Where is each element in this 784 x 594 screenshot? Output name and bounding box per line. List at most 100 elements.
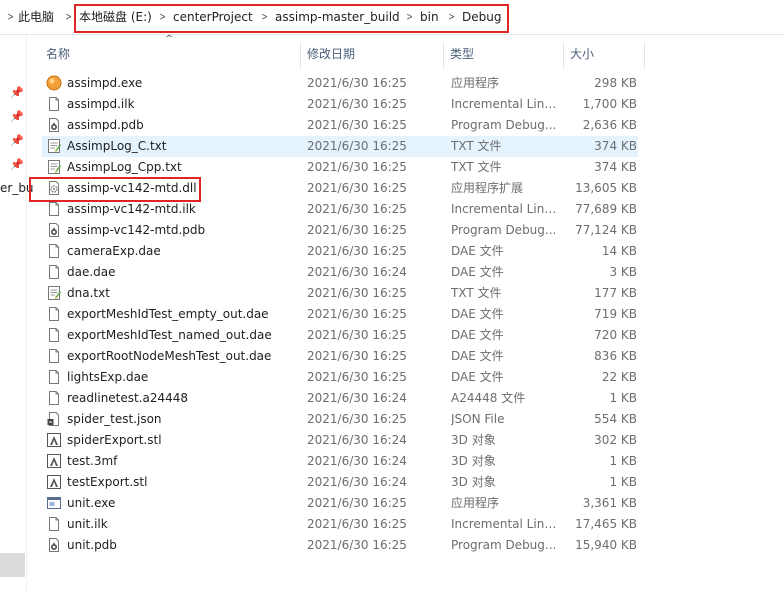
file-row[interactable]: exportMeshIdTest_named_out.dae 2021/6/30 … <box>42 325 638 346</box>
dll-highlight-annotation <box>29 177 201 202</box>
file-row[interactable]: unit.pdb 2021/6/30 16:25 Program Debug... 1… <box>42 535 638 556</box>
file-row[interactable]: test.3mf 2021/6/30 16:24 3D 对象 1 KB <box>42 451 638 472</box>
pin-icon[interactable]: 📌 <box>10 159 24 171</box>
file-name: dna.txt <box>67 286 110 300</box>
file-name: exportMeshIdTest_named_out.dae <box>67 328 272 342</box>
file-row[interactable]: unit.exe 2021/6/30 16:25 应用程序 3,361 KB <box>42 493 638 514</box>
column-header-bar: ⌃ 名称 修改日期 类型 大小 <box>27 34 784 72</box>
file-row[interactable]: readlinetest.a24448 2021/6/30 16:24 A24448… <box>42 388 638 409</box>
file-date: 2021/6/30 16:25 <box>307 517 407 531</box>
file-date: 2021/6/30 16:24 <box>307 475 407 489</box>
pin-icon[interactable]: 📌 <box>10 111 24 123</box>
file-name: spiderExport.stl <box>67 433 162 447</box>
file-row[interactable]: assimp-vc142-mtd.ilk 2021/6/30 16:25 Incre… <box>42 199 638 220</box>
file-name: assimpd.ilk <box>67 97 135 111</box>
file-row[interactable]: cameraExp.dae 2021/6/30 16:25 DAE 文件 14 KB <box>42 241 638 262</box>
chevron-right-icon[interactable]: > <box>7 9 13 25</box>
file-date: 2021/6/30 16:25 <box>307 118 407 132</box>
file-type: TXT 文件 <box>451 286 502 300</box>
file-icon <box>46 306 62 322</box>
file-row[interactable]: dae.dae 2021/6/30 16:24 DAE 文件 3 KB <box>42 262 638 283</box>
file-row[interactable]: exportMeshIdTest_empty_out.dae 2021/6/30 … <box>42 304 638 325</box>
file-type: DAE 文件 <box>451 328 504 342</box>
file-size: 14 KB <box>601 244 637 258</box>
file-date: 2021/6/30 16:25 <box>307 349 407 363</box>
file-name: assimpd.exe <box>67 76 143 90</box>
file-type: DAE 文件 <box>451 370 504 384</box>
file-size: 720 KB <box>594 328 637 342</box>
file-date: 2021/6/30 16:25 <box>307 160 407 174</box>
file-name: AssimpLog_Cpp.txt <box>67 160 182 174</box>
file-date: 2021/6/30 16:25 <box>307 538 407 552</box>
file-size: 836 KB <box>594 349 637 363</box>
pin-icon[interactable]: 📌 <box>10 135 24 147</box>
column-divider[interactable] <box>563 42 564 68</box>
file-row[interactable]: assimpd.pdb 2021/6/30 16:25 Program Debug.… <box>42 115 638 136</box>
file-row[interactable]: testExport.stl 2021/6/30 16:24 3D 对象 1 KB <box>42 472 638 493</box>
nav-scrollbar-thumb[interactable] <box>0 553 25 577</box>
file-size: 3 KB <box>609 265 637 279</box>
sort-ascending-icon: ⌃ <box>163 34 176 45</box>
file-row[interactable]: assimpd.ilk 2021/6/30 16:25 Incremental Li… <box>42 94 638 115</box>
column-divider[interactable] <box>644 42 645 68</box>
file-size: 15,940 KB <box>575 538 637 552</box>
file-row[interactable]: assimpd.exe 2021/6/30 16:25 应用程序 298 KB <box>42 73 638 94</box>
file-row[interactable]: unit.ilk 2021/6/30 16:25 Incremental Link.… <box>42 514 638 535</box>
file-name: unit.pdb <box>67 538 117 552</box>
app-window-icon <box>46 495 62 511</box>
file-type: 应用程序扩展 <box>451 181 524 195</box>
chevron-right-icon[interactable]: > <box>65 9 71 25</box>
file-size: 17,465 KB <box>575 517 637 531</box>
file-size: 374 KB <box>594 139 637 153</box>
3d-object-icon <box>46 432 62 448</box>
file-size: 13,605 KB <box>575 181 637 195</box>
file-size: 1 KB <box>609 391 637 405</box>
pdb-icon <box>46 117 62 133</box>
column-header-type[interactable]: 类型 <box>450 46 474 62</box>
file-date: 2021/6/30 16:25 <box>307 328 407 342</box>
column-header-name[interactable]: 名称 <box>46 46 70 62</box>
breadcrumb-this-pc[interactable]: 此电脑 <box>18 9 54 25</box>
file-row[interactable]: lightsExp.dae 2021/6/30 16:25 DAE 文件 22 KB <box>42 367 638 388</box>
column-divider[interactable] <box>300 42 301 68</box>
file-row[interactable]: spider_test.json 2021/6/30 16:25 JSON File… <box>42 409 638 430</box>
file-date: 2021/6/30 16:24 <box>307 265 407 279</box>
file-name: dae.dae <box>67 265 116 279</box>
file-size: 374 KB <box>594 160 637 174</box>
navigation-pane[interactable]: 📌 📌 📌 📌 er_bu <box>0 35 34 594</box>
column-header-date[interactable]: 修改日期 <box>307 46 355 62</box>
file-type: 应用程序 <box>451 76 500 90</box>
file-row[interactable]: AssimpLog_Cpp.txt 2021/6/30 16:25 TXT 文件 37… <box>42 157 638 178</box>
file-date: 2021/6/30 16:25 <box>307 307 407 321</box>
file-icon <box>46 264 62 280</box>
exe-icon <box>46 75 62 91</box>
file-date: 2021/6/30 16:24 <box>307 454 407 468</box>
file-date: 2021/6/30 16:25 <box>307 370 407 384</box>
file-size: 3,361 KB <box>582 496 637 510</box>
file-size: 554 KB <box>594 412 637 426</box>
file-name: readlinetest.a24448 <box>67 391 189 405</box>
file-type: Program Debug... <box>451 118 557 132</box>
file-row[interactable]: spiderExport.stl 2021/6/30 16:24 3D 对象 302 … <box>42 430 638 451</box>
column-header-size[interactable]: 大小 <box>570 46 594 62</box>
file-date: 2021/6/30 16:25 <box>307 223 407 237</box>
file-name: lightsExp.dae <box>67 370 149 384</box>
column-divider[interactable] <box>443 42 444 68</box>
file-explorer-window: > 此电脑 > 本地磁盘 (E:) > centerProject > assi… <box>0 0 784 594</box>
file-icon <box>46 243 62 259</box>
file-size: 77,689 KB <box>575 202 637 216</box>
3d-object-icon <box>46 453 62 469</box>
txt-icon <box>46 138 62 154</box>
pin-icon[interactable]: 📌 <box>10 87 24 99</box>
file-row[interactable]: dna.txt 2021/6/30 16:25 TXT 文件 177 KB <box>42 283 638 304</box>
file-name: assimp-vc142-mtd.ilk <box>67 202 196 216</box>
txt-icon <box>46 285 62 301</box>
file-date: 2021/6/30 16:25 <box>307 286 407 300</box>
file-date: 2021/6/30 16:25 <box>307 496 407 510</box>
file-row[interactable]: assimp-vc142-mtd.pdb 2021/6/30 16:25 Progr… <box>42 220 638 241</box>
file-row[interactable]: AssimpLog_C.txt 2021/6/30 16:25 TXT 文件 374 … <box>42 136 638 157</box>
pdb-icon <box>46 537 62 553</box>
file-size: 22 KB <box>601 370 637 384</box>
file-row[interactable]: exportRootNodeMeshTest_out.dae 2021/6/30 … <box>42 346 638 367</box>
address-bar[interactable]: > 此电脑 > 本地磁盘 (E:) > centerProject > assi… <box>0 0 784 35</box>
